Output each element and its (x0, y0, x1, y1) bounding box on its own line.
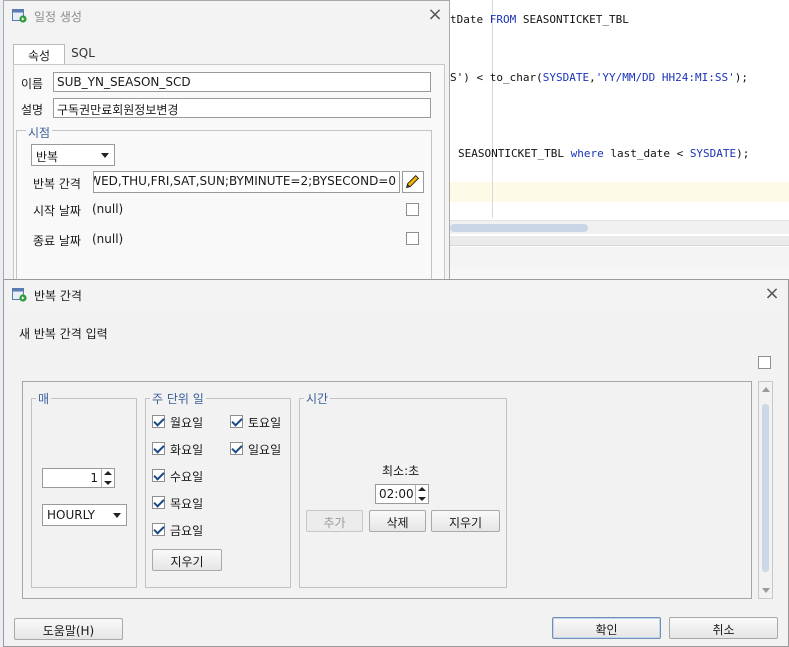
chevron-down-icon (113, 513, 121, 518)
editor-margin-line (492, 0, 493, 218)
panel-vertical-scrollbar[interactable] (758, 381, 773, 599)
weekdays-group: 주 단위 일 월요일 화요일 수요일 목요일 금요일 토요일 일요일 지우기 (145, 390, 291, 588)
chevron-down-icon (101, 153, 109, 158)
code-line-1: tDate FROM SEASONTICKET_TBL (450, 13, 629, 26)
checkbox-thursday[interactable] (152, 496, 165, 509)
delete-time-button[interactable]: 삭제 (369, 510, 426, 532)
interval-editor-panel: 매 1 HOURLY 주 단위 일 월요일 화요일 수요일 목요일 금요일 토요… (22, 381, 752, 599)
tab-properties[interactable]: 속성 (13, 44, 65, 64)
description-field[interactable]: 구독권만료회원정보변경 (53, 98, 431, 118)
frequency-combo[interactable]: HOURLY (42, 504, 127, 526)
dialog-title: 일정 생성 (34, 10, 82, 24)
checkbox-saturday[interactable] (230, 415, 243, 428)
start-date-checkbox[interactable] (406, 203, 419, 216)
start-date-label: 시작 날짜 (33, 204, 81, 218)
clear-time-button[interactable]: 지우기 (431, 510, 500, 532)
editor-divider (450, 236, 789, 246)
dialog-subtitle: 새 반복 간격 입력 (19, 327, 108, 341)
label-thursday: 목요일 (170, 497, 204, 511)
schedule-app-icon (12, 9, 27, 23)
checkbox-monday[interactable] (152, 415, 165, 428)
scroll-up-icon[interactable] (762, 387, 770, 392)
scroll-thumb[interactable] (450, 224, 588, 232)
checkbox-sunday[interactable] (230, 442, 243, 455)
name-field[interactable]: SUB_YN_SEASON_SCD (53, 72, 431, 92)
pencil-icon (406, 174, 420, 189)
label-saturday: 토요일 (248, 416, 282, 430)
frequency-value: HOURLY (47, 508, 96, 522)
dialog-titlebar[interactable]: 일정 생성 × (4, 1, 449, 31)
repeat-interval-dialog: 반복 간격 × 새 반복 간격 입력 매 1 HOURLY 주 단위 일 월요일… (3, 279, 789, 647)
checkbox-tuesday[interactable] (152, 442, 165, 455)
start-date-value: (null) (92, 202, 124, 216)
add-time-button[interactable]: 추가 (306, 510, 363, 532)
time-group-legend: 시간 (304, 390, 331, 407)
ok-button[interactable]: 확인 (552, 617, 661, 639)
close-icon[interactable]: × (761, 284, 783, 306)
edit-interval-button[interactable] (402, 171, 424, 193)
timing-group-legend: 시점 (26, 124, 53, 141)
dialog-title: 반복 간격 (34, 289, 82, 303)
time-value: 02:00 (379, 487, 414, 501)
spinner-arrows-icon[interactable] (415, 485, 428, 503)
clear-days-button[interactable]: 지우기 (152, 549, 222, 571)
close-icon[interactable]: × (424, 5, 446, 27)
interval-value: ;,WED,THU,FRI,SAT,SUN;BYMINUTE=2;BYSECON… (93, 174, 396, 188)
code-line-3: SEASONTICKET_TBL where last_date < SYSDA… (458, 147, 750, 160)
end-date-value: (null) (92, 232, 124, 246)
every-value: 1 (90, 471, 98, 485)
cancel-button[interactable]: 취소 (669, 617, 778, 639)
end-date-checkbox[interactable] (406, 232, 419, 245)
end-date-label: 종료 날짜 (33, 234, 81, 248)
timing-combo-value: 반복 (36, 150, 59, 164)
every-group: 매 1 HOURLY (31, 390, 137, 588)
checkbox-wednesday[interactable] (152, 469, 165, 482)
spinner-arrows-icon[interactable] (101, 469, 114, 487)
label-wednesday: 수요일 (170, 470, 204, 484)
time-label: 최소:초 (382, 464, 420, 478)
scroll-down-icon[interactable] (762, 588, 770, 593)
interval-label: 반복 간격 (33, 177, 81, 191)
editor-horizontal-scrollbar[interactable] (450, 220, 789, 234)
interval-field[interactable]: ;,WED,THU,FRI,SAT,SUN;BYMINUTE=2;BYSECON… (93, 171, 400, 193)
checkbox-friday[interactable] (152, 523, 165, 536)
dialog-titlebar[interactable]: 반복 간격 × (4, 280, 788, 310)
label-monday: 월요일 (170, 416, 204, 430)
time-spinner[interactable]: 02:00 (375, 484, 429, 504)
every-group-legend: 매 (36, 390, 52, 407)
label-sunday: 일요일 (248, 443, 282, 457)
description-label: 설명 (21, 103, 44, 117)
every-spinner[interactable]: 1 (42, 468, 115, 488)
code-line-2: S') < to_char(SYSDATE,'YY/MM/DD HH24:MI:… (450, 71, 749, 84)
option-checkbox[interactable] (758, 356, 771, 369)
current-line-highlight (450, 182, 789, 202)
name-label: 이름 (21, 77, 44, 91)
create-schedule-dialog: 일정 생성 × 속성 SQL 이름 SUB_YN_SEASON_SCD 설명 구… (3, 0, 450, 283)
tab-sql[interactable]: SQL (68, 44, 98, 64)
weekdays-group-legend: 주 단위 일 (150, 390, 206, 407)
editor-output-area (450, 247, 789, 267)
timing-combo[interactable]: 반복 (31, 144, 115, 166)
help-button[interactable]: 도움말(H) (14, 618, 123, 640)
schedule-app-icon (12, 288, 27, 302)
label-tuesday: 화요일 (170, 443, 204, 457)
time-group: 시간 최소:초 02:00 추가 삭제 지우기 (299, 390, 507, 588)
label-friday: 금요일 (170, 524, 204, 538)
scroll-thumb[interactable] (762, 404, 769, 572)
